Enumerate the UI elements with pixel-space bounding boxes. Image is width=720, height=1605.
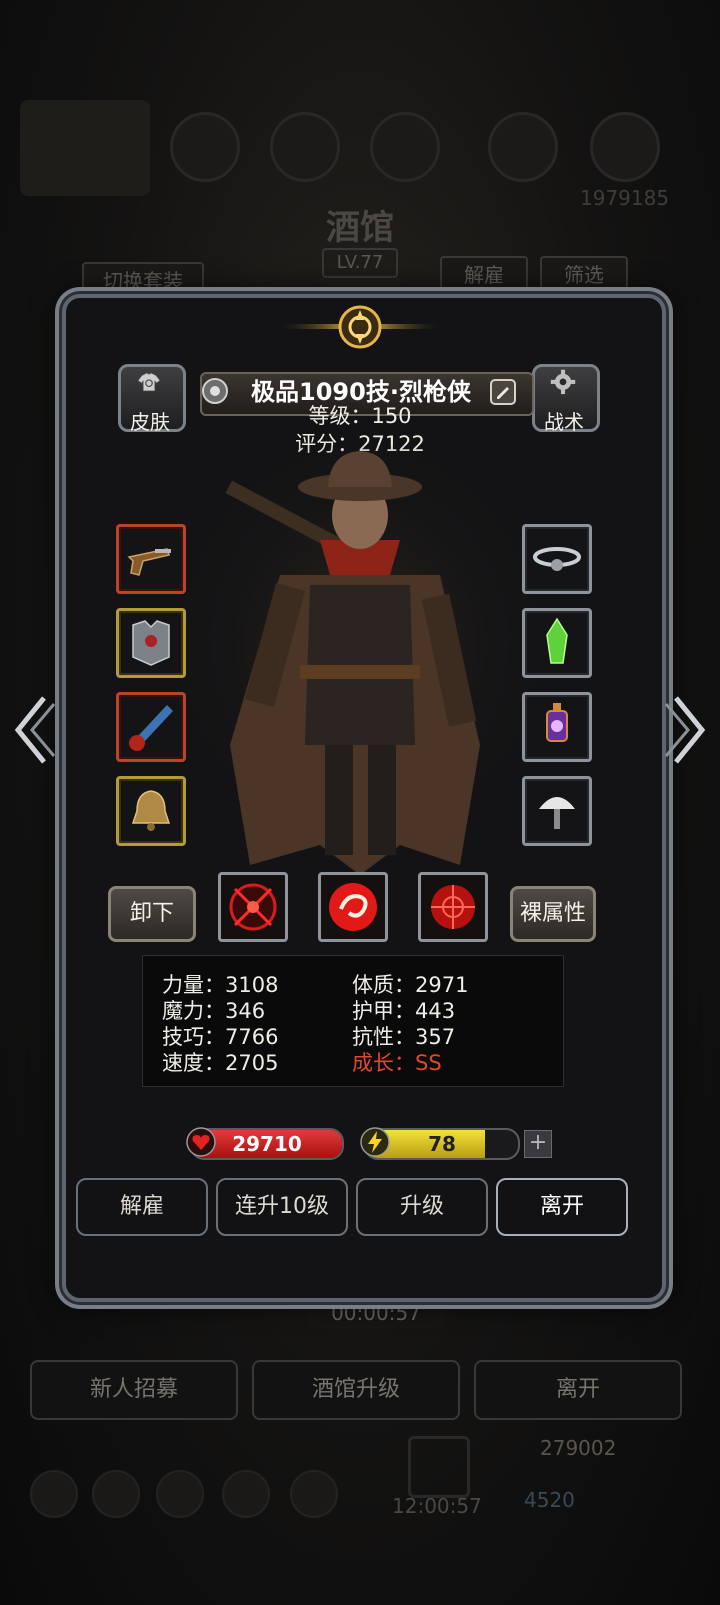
previous-hero-arrow-icon[interactable]: [10, 690, 56, 770]
recruit-button[interactable]: 新人招募: [30, 1360, 238, 1420]
purple-lantern-icon: [546, 703, 568, 742]
background-menu-icon: [170, 112, 240, 182]
background-top-number: 1979185: [580, 186, 670, 210]
flintlock-pistol-icon: [127, 548, 171, 576]
lightning-icon: [360, 1127, 390, 1157]
gem-count: 279002: [540, 1436, 617, 1460]
tactics-label: 战术: [544, 410, 584, 434]
tavern-upgrade-button[interactable]: 酒馆升级: [252, 1360, 460, 1420]
bottom-count: 4520: [524, 1488, 575, 1512]
bottom-nav-icon[interactable]: [30, 1470, 78, 1518]
hero-level: 等级：150: [308, 404, 412, 428]
red-crosshair-skill-icon: [431, 885, 475, 929]
equip-slot-trinket[interactable]: [116, 776, 186, 846]
unequip-button[interactable]: 卸下: [108, 886, 196, 942]
heart-icon: [186, 1127, 216, 1157]
bottom-nav-icon[interactable]: [92, 1470, 140, 1518]
blue-horn-icon: [129, 705, 173, 751]
equip-slot-armor[interactable]: [116, 608, 186, 678]
equip-slot-crystal[interactable]: [522, 608, 592, 678]
hero-portrait: [160, 445, 560, 885]
tavern-title: 酒馆: [326, 208, 394, 248]
background-menu-icon: [370, 112, 440, 182]
equip-slot-weapon[interactable]: [116, 524, 186, 594]
level-up-button[interactable]: 升级: [356, 1178, 488, 1236]
plate-armor-icon: [132, 620, 170, 666]
add-energy-button[interactable]: +: [524, 1130, 552, 1158]
background-filter-button[interactable]: 筛选: [540, 256, 628, 294]
level-up-10-button[interactable]: 连升10级: [216, 1178, 348, 1236]
stat-growth: 成长：SS: [352, 1051, 442, 1075]
skill-slot-1[interactable]: [218, 872, 288, 942]
skin-label: 皮肤: [130, 410, 170, 434]
background-dismiss-button[interactable]: 解雇: [440, 256, 528, 294]
base-attributes-button[interactable]: 裸属性: [510, 886, 596, 942]
background-leave-button[interactable]: 离开: [474, 1360, 682, 1420]
bottom-nav-icon[interactable]: [290, 1470, 338, 1518]
emblem-icon: [280, 305, 440, 349]
bottom-nav-icon[interactable]: [222, 1470, 270, 1518]
white-tree-icon: [539, 797, 575, 829]
equip-slot-totem[interactable]: [522, 776, 592, 846]
green-crystal-icon: [546, 617, 568, 664]
skill-slot-3[interactable]: [418, 872, 488, 942]
shirt-icon: [137, 372, 161, 392]
gift-icon[interactable]: [408, 1436, 470, 1498]
bottom-nav-icon[interactable]: [156, 1470, 204, 1518]
next-hero-arrow-icon[interactable]: [664, 690, 710, 770]
skill-slot-2[interactable]: [318, 872, 388, 942]
background-menu-icon: [488, 112, 558, 182]
equip-slot-charm[interactable]: [522, 524, 592, 594]
gear-icon: [550, 369, 576, 395]
bell-icon: [131, 790, 171, 831]
cloud-charm-icon: [533, 547, 581, 571]
background-menu-icon: [270, 112, 340, 182]
equip-slot-accessory[interactable]: [116, 692, 186, 762]
background-avatar: [20, 100, 150, 196]
red-swirl-skill-icon: [329, 883, 377, 931]
stat-speed: 速度：2705: [162, 1051, 279, 1075]
leave-button[interactable]: 离开: [496, 1178, 628, 1236]
dismiss-button[interactable]: 解雇: [76, 1178, 208, 1236]
background-menu-icon: [590, 112, 660, 182]
tavern-level: LV.77: [322, 248, 398, 278]
equip-slot-lantern[interactable]: [522, 692, 592, 762]
background-timer: 00:00:57: [306, 1298, 446, 1328]
red-target-skill-icon: [229, 883, 277, 931]
